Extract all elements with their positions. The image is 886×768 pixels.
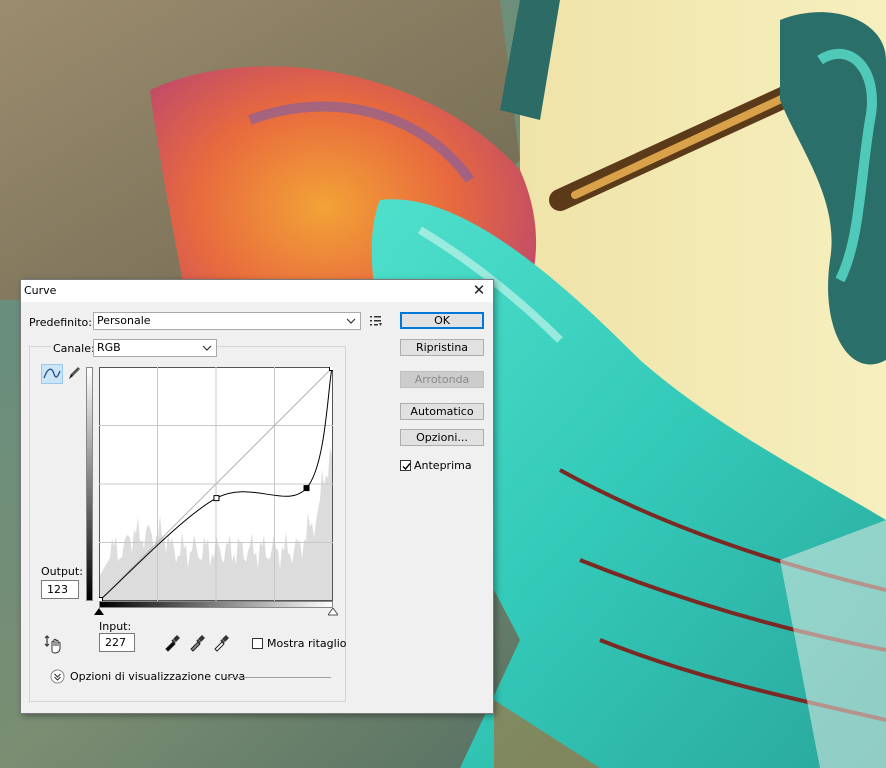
options-button[interactable]: Opzioni... bbox=[400, 429, 484, 446]
curve-point-tool[interactable] bbox=[41, 364, 63, 384]
preset-select[interactable]: Personale bbox=[93, 312, 361, 330]
white-point-slider-icon[interactable] bbox=[328, 608, 338, 616]
curve-point-icon bbox=[43, 368, 61, 379]
options-divider bbox=[227, 677, 331, 678]
title-bar[interactable]: Curve ✕ bbox=[21, 280, 493, 302]
eyedropper-black-icon[interactable] bbox=[163, 634, 181, 652]
ok-button[interactable]: OK bbox=[400, 312, 484, 329]
curve-graph[interactable] bbox=[99, 367, 333, 601]
checkmark-icon bbox=[402, 463, 411, 471]
input-gradient-bar bbox=[99, 601, 333, 608]
show-clipping-checkbox[interactable] bbox=[252, 638, 263, 649]
dialog-title: Curve bbox=[24, 284, 57, 297]
preset-value: Personale bbox=[97, 314, 151, 327]
close-icon[interactable]: ✕ bbox=[470, 281, 488, 299]
curve-control-point bbox=[213, 495, 220, 502]
hand-adjust-icon[interactable] bbox=[43, 634, 65, 654]
curve-control-point bbox=[329, 367, 333, 371]
eyedropper-white-icon[interactable] bbox=[212, 634, 230, 652]
input-label: Input: bbox=[99, 620, 132, 633]
reset-button[interactable]: Ripristina bbox=[400, 339, 484, 356]
output-label: Output: bbox=[41, 565, 83, 578]
curve-display-options-label: Opzioni di visualizzazione curva bbox=[70, 670, 246, 683]
pencil-tool[interactable] bbox=[65, 364, 87, 384]
eyedropper-gray-icon[interactable] bbox=[188, 634, 206, 652]
channel-label: Canale: bbox=[51, 342, 97, 355]
channel-value: RGB bbox=[97, 341, 121, 354]
list-menu-icon[interactable] bbox=[369, 314, 383, 328]
input-field[interactable]: 227 bbox=[99, 633, 135, 652]
preview-checkbox[interactable] bbox=[400, 460, 411, 471]
show-clipping-label: Mostra ritaglio bbox=[267, 637, 347, 650]
curve-control-point bbox=[303, 485, 310, 492]
chevron-down-icon bbox=[346, 318, 356, 324]
output-gradient-bar bbox=[86, 367, 93, 601]
channel-select[interactable]: RGB bbox=[93, 339, 217, 357]
output-field[interactable]: 123 bbox=[41, 580, 79, 599]
smooth-button: Arrotonda bbox=[400, 371, 484, 388]
preview-label: Anteprima bbox=[414, 459, 472, 472]
pencil-icon bbox=[69, 367, 80, 379]
curves-dialog: Curve ✕ Predefinito: Personale OK Ripris… bbox=[20, 279, 494, 714]
preset-label: Predefinito: bbox=[29, 316, 92, 329]
auto-button[interactable]: Automatico bbox=[400, 403, 484, 420]
expand-chevron-icon[interactable] bbox=[50, 669, 65, 684]
chevron-down-icon bbox=[202, 345, 212, 351]
black-point-slider-icon[interactable] bbox=[94, 608, 104, 616]
